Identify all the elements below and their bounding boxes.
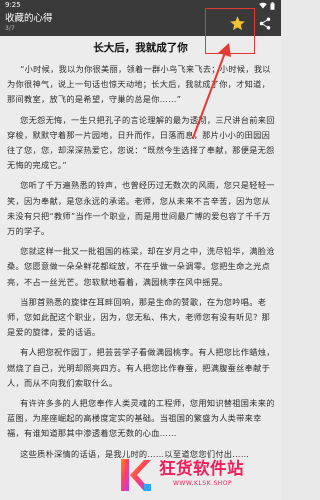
article-paragraph: 当那首熟悉的旋律在耳畔回响，那是生命的赞歌，在为您吟唱。老师，您如此配这个职业，… (7, 296, 271, 338)
watermark: 狂货软件站 WWW.KLSK.SHOP (118, 456, 278, 498)
watermark-logo-icon (118, 456, 156, 494)
article-paragraph: “小时候，我以为你很美丽，领着一群小鸟飞来飞去；小时候，我以为你很神气，说上一句… (7, 64, 271, 105)
status-bar: 9:25 (0, 0, 281, 11)
status-time: 9:25 (5, 1, 21, 9)
wifi-icon (259, 2, 267, 9)
article-paragraph: 您听了千万遍熟悉的铃声，也曾经历过无数次的风雨，您只是轻轻一笑，因为奉献，是您永… (7, 180, 275, 237)
watermark-text: 狂货软件站 WWW.KLSK.SHOP (159, 458, 244, 488)
article-paragraph: 您无怨无悔，一生只把孔子的言论理解的最为透彻，三尺讲台前来回穿梭，默默守着那一片… (7, 114, 275, 171)
page-counter: 3/7 (5, 25, 15, 32)
article-body: “小时候，我以为你很美丽，领着一群小鸟飞来飞去；小时候，我以为你很神气，说上一句… (7, 62, 275, 467)
watermark-main-text: 狂货软件站 (159, 459, 244, 478)
status-icons (259, 1, 275, 10)
battery-icon (270, 1, 275, 10)
share-icon (259, 17, 271, 29)
star-icon (229, 15, 245, 30)
watermark-url: WWW.KLSK.SHOP (173, 480, 233, 487)
app-bar: 收藏的心得 3/7 (0, 11, 281, 36)
article-title: 长大后，我就成了你 (93, 42, 188, 54)
article-paragraph: 有人把您祝作园丁，把芸芸学子看做满园桃李。有人把您比作蜡烛，燃烧了自己，光明却照… (7, 347, 275, 388)
favorite-button[interactable] (228, 14, 246, 32)
share-button[interactable] (257, 15, 273, 31)
article-content: 长大后，我就成了你 “小时候，我以为你很美丽，领着一群小鸟飞来飞去；小时候，我以… (0, 36, 281, 500)
article-paragraph: 有许许多多的人把您奉作人类灵魂的工程师，您用知识替祖国未来的蓝图，为座座崛起的高… (7, 398, 275, 439)
page-title: 收藏的心得 (5, 13, 53, 24)
article-paragraph: 您就这样一批又一批祖国的栋梁，却在岁月之中，洗尽铅华，满脸沧桑。您愿意做一朵朵鲜… (7, 246, 275, 287)
screen: 9:25 收藏的心得 3/7 长大后，我就成了你 “小时候，我以为你很美丽，领着… (0, 0, 281, 500)
